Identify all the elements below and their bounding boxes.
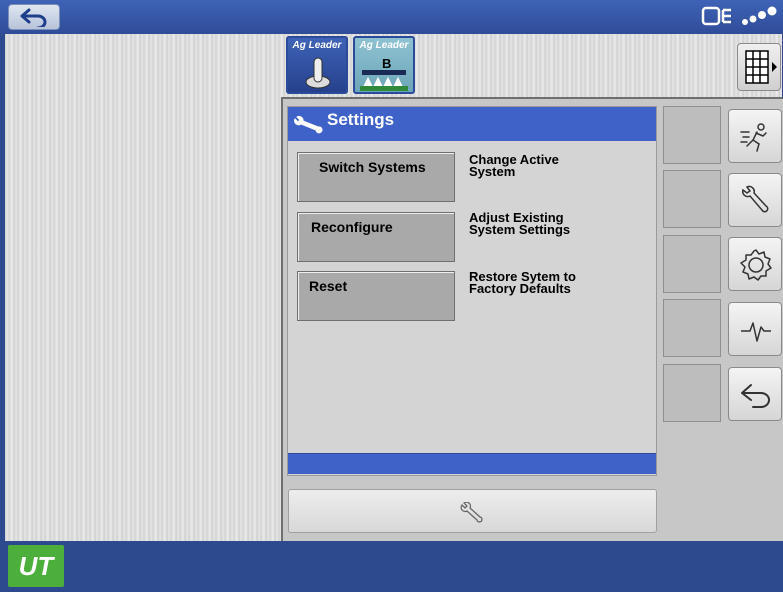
side-button-back[interactable] <box>728 367 782 421</box>
gear-icon <box>740 249 772 281</box>
back-arrow-icon <box>741 384 770 408</box>
side-button-activity[interactable] <box>728 109 782 163</box>
empty-slot <box>663 235 721 293</box>
button-label: Reconfigure <box>311 219 393 235</box>
empty-slot <box>663 170 721 228</box>
wrench-icon <box>742 185 769 213</box>
reset-button[interactable]: Reset <box>297 271 455 321</box>
dialog-title: Settings <box>327 110 395 129</box>
side-button-settings[interactable] <box>728 173 782 227</box>
tab-ag-leader-sprayer[interactable]: Ag Leader B <box>353 36 415 94</box>
bottom-bar <box>0 541 783 592</box>
wrench-icon <box>460 502 483 523</box>
undo-arrow-icon <box>20 8 47 27</box>
pulse-waveform-icon <box>741 322 771 342</box>
back-button[interactable] <box>8 4 60 30</box>
boom-sprayer-icon: B <box>360 56 408 91</box>
empty-slot <box>663 364 721 422</box>
button-label: Reset <box>309 278 348 294</box>
grid-menu-button[interactable] <box>737 43 781 91</box>
wrench-icon <box>294 115 323 134</box>
running-person-icon <box>740 123 767 152</box>
top-bar <box>0 0 783 34</box>
reset-description: Restore Sytem to Factory Defaults <box>469 269 576 296</box>
side-button-diagnostics[interactable] <box>728 302 782 356</box>
tab-badge: B <box>382 56 391 71</box>
status-icons <box>701 4 777 28</box>
signal-strength-icon[interactable] <box>741 4 777 28</box>
tab-label: Ag Leader <box>292 40 342 51</box>
button-label: Switch Systems <box>319 159 426 175</box>
switch-systems-description: Change Active System <box>469 152 559 179</box>
dialog-footer-bar <box>288 453 656 474</box>
empty-slot <box>663 299 721 357</box>
joystick-icon <box>305 57 331 89</box>
settings-dialog: Settings Switch Systems Change Active Sy… <box>287 106 657 476</box>
ut-logo-button[interactable]: UT <box>8 545 64 587</box>
tab-ag-leader-joystick[interactable]: Ag Leader <box>286 36 348 94</box>
grid-menu-icon <box>745 50 777 84</box>
display-connection-icon[interactable] <box>701 4 735 28</box>
reconfigure-button[interactable]: Reconfigure <box>297 212 455 262</box>
reconfigure-description: Adjust Existing System Settings <box>469 210 571 237</box>
switch-systems-button[interactable]: Switch Systems <box>297 152 455 202</box>
side-button-setup[interactable] <box>728 237 782 291</box>
settings-button[interactable] <box>288 489 657 533</box>
tab-label: Ag Leader <box>359 40 409 51</box>
dialog-title-bar: Settings <box>288 107 656 141</box>
empty-slot <box>663 106 721 164</box>
